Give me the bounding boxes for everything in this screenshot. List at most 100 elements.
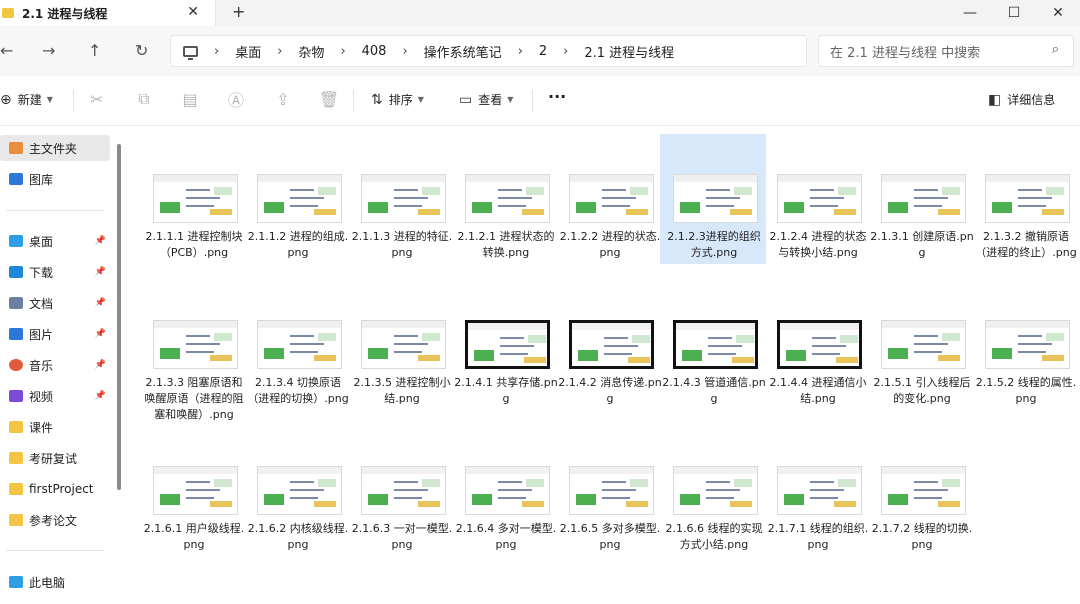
breadcrumb[interactable]: › 桌面 › 杂物 › 408 › 操作系统笔记 › 2 › 2.1 进程与线程 bbox=[170, 35, 807, 67]
maximize-button[interactable]: ☐ bbox=[992, 0, 1036, 26]
thumbnail-shape bbox=[914, 489, 948, 491]
gallery-icon bbox=[9, 173, 23, 185]
sidebar-item-videos[interactable]: 视频 📌 bbox=[0, 383, 110, 409]
this-pc-icon[interactable] bbox=[183, 45, 198, 60]
sidebar-item-folder[interactable]: 课件 bbox=[0, 414, 110, 440]
thumbnail-shape bbox=[992, 202, 1012, 213]
chevron-right-icon[interactable]: › bbox=[340, 44, 345, 59]
sidebar-item-home[interactable]: 主文件夹 bbox=[0, 135, 110, 161]
thumbnail-shape bbox=[730, 209, 752, 215]
thumbnail-shape bbox=[810, 497, 838, 499]
breadcrumb-item[interactable]: 杂物 bbox=[298, 42, 324, 61]
back-button[interactable]: ← bbox=[0, 41, 13, 60]
thumbnail-shape bbox=[604, 337, 628, 339]
chevron-right-icon[interactable]: › bbox=[277, 44, 282, 59]
sidebar-item-documents[interactable]: 文档 📌 bbox=[0, 290, 110, 316]
thumbnail-shape bbox=[526, 479, 544, 487]
thumbnail-shape bbox=[154, 467, 237, 474]
delete-icon[interactable]: 🗑 bbox=[319, 90, 339, 109]
close-window-button[interactable]: ✕ bbox=[1036, 0, 1080, 26]
sidebar-item-downloads[interactable]: 下载 📌 bbox=[0, 259, 110, 285]
thumbnail-shape bbox=[258, 175, 341, 182]
sidebar-item-desktop[interactable]: 桌面 📌 bbox=[0, 228, 110, 254]
more-options-button[interactable]: ··· bbox=[548, 87, 566, 106]
breadcrumb-item[interactable]: 408 bbox=[362, 44, 387, 59]
file-name: 2.1.2.4 进程的状态与转换小结.png bbox=[769, 230, 867, 259]
sidebar-item-folder[interactable]: 考研复试 bbox=[0, 445, 110, 471]
forward-button[interactable]: → bbox=[42, 41, 55, 60]
thumbnail-shape bbox=[524, 357, 546, 363]
copy-icon[interactable]: ⧉ bbox=[135, 89, 153, 108]
pin-icon[interactable]: 📌 bbox=[95, 360, 106, 370]
cut-icon[interactable]: ✂ bbox=[88, 90, 106, 109]
sidebar-item-folder[interactable]: 参考论文 bbox=[0, 507, 110, 533]
details-button[interactable]: ◧ 详细信息 bbox=[988, 91, 1055, 108]
thumbnail-shape bbox=[674, 467, 757, 474]
file-thumbnail bbox=[465, 174, 550, 223]
sort-label: 排序 bbox=[388, 93, 413, 107]
sidebar-item-pictures[interactable]: 图片 📌 bbox=[0, 321, 110, 347]
chevron-right-icon[interactable]: › bbox=[402, 44, 407, 59]
chevron-right-icon[interactable]: › bbox=[518, 44, 523, 59]
refresh-button[interactable]: ↻ bbox=[135, 41, 148, 60]
pin-icon[interactable]: 📌 bbox=[95, 391, 106, 401]
new-button[interactable]: ⊕ 新建 ▼ bbox=[0, 91, 53, 108]
thumbnail-shape bbox=[368, 494, 388, 505]
this-pc-icon bbox=[9, 576, 23, 588]
thumbnail-shape bbox=[186, 197, 220, 199]
thumbnail-shape bbox=[938, 209, 960, 215]
up-button[interactable]: ↑ bbox=[88, 41, 101, 60]
thumbnail-shape bbox=[264, 348, 284, 359]
file-name: 2.1.5.2 线程的属性.png bbox=[975, 376, 1077, 405]
thumbnail-shape bbox=[706, 189, 730, 191]
tab-current-folder[interactable]: 2.1 进程与线程 ✕ bbox=[0, 0, 216, 26]
breadcrumb-item[interactable]: 桌面 bbox=[235, 42, 261, 61]
sidebar-item-gallery[interactable]: 图库 bbox=[0, 166, 110, 192]
share-icon[interactable]: ⇪ bbox=[274, 90, 292, 109]
thumbnail-shape bbox=[630, 187, 648, 195]
view-button[interactable]: ▭ 查看 ▼ bbox=[459, 91, 513, 108]
file-name: 2.1.4.1 共享存储.png bbox=[454, 376, 558, 405]
pin-icon[interactable]: 📌 bbox=[95, 329, 106, 339]
sidebar-item-this-pc[interactable]: 此电脑 bbox=[0, 569, 110, 595]
minimize-button[interactable]: — bbox=[948, 0, 992, 26]
thumbnail-shape bbox=[422, 187, 440, 195]
tab-close-icon[interactable]: ✕ bbox=[187, 4, 199, 20]
breadcrumb-item[interactable]: 2 bbox=[539, 44, 547, 59]
thumbnail-shape bbox=[986, 175, 1069, 182]
sort-icon: ⇅ bbox=[371, 91, 383, 108]
breadcrumb-item[interactable]: 操作系统笔记 bbox=[424, 42, 502, 61]
chevron-right-icon[interactable]: › bbox=[214, 44, 219, 59]
pin-icon[interactable]: 📌 bbox=[95, 298, 106, 308]
chevron-right-icon[interactable]: › bbox=[563, 44, 568, 59]
thumbnail-shape bbox=[784, 494, 804, 505]
search-input[interactable]: 在 2.1 进程与线程 中搜索 ⌕ bbox=[818, 35, 1074, 67]
rename-icon[interactable]: Ⓐ bbox=[227, 90, 245, 110]
home-icon bbox=[9, 142, 23, 154]
sidebar-item-music[interactable]: 音乐 📌 bbox=[0, 352, 110, 378]
thumbnail-shape bbox=[290, 489, 324, 491]
folder-icon bbox=[9, 514, 23, 526]
sort-button[interactable]: ⇅ 排序 ▼ bbox=[371, 91, 424, 108]
thumbnail-shape bbox=[290, 335, 314, 337]
thumbnail-shape bbox=[362, 175, 445, 182]
thumbnail-shape bbox=[632, 335, 650, 343]
sidebar-item-folder[interactable]: firstProject bbox=[0, 476, 110, 502]
thumbnail-shape bbox=[888, 348, 908, 359]
pin-icon[interactable]: 📌 bbox=[95, 236, 106, 246]
breadcrumb-item[interactable]: 2.1 进程与线程 bbox=[584, 42, 674, 61]
thumbnail-shape bbox=[708, 337, 732, 339]
thumbnail-shape bbox=[834, 209, 856, 215]
new-tab-button[interactable]: + bbox=[232, 2, 245, 21]
thumbnail-shape bbox=[914, 335, 938, 337]
pin-icon[interactable]: 📌 bbox=[95, 267, 106, 277]
file-name: 2.1.3.4 切换原语（进程的切换）.png bbox=[247, 376, 349, 405]
thumbnail-shape bbox=[314, 209, 336, 215]
file-thumbnail bbox=[881, 174, 966, 223]
file-name: 2.1.1.3 进程的特征.png bbox=[351, 230, 453, 259]
sidebar-scrollbar[interactable] bbox=[117, 144, 121, 490]
address-row: ← → ↑ ↻ › 桌面 › 杂物 › 408 › 操作系统笔记 › 2 › 2… bbox=[0, 26, 1080, 76]
file-name: 2.1.7.1 线程的组织.png bbox=[767, 522, 869, 551]
paste-icon[interactable]: ▤ bbox=[181, 90, 199, 109]
thumbnail-shape bbox=[498, 205, 526, 207]
